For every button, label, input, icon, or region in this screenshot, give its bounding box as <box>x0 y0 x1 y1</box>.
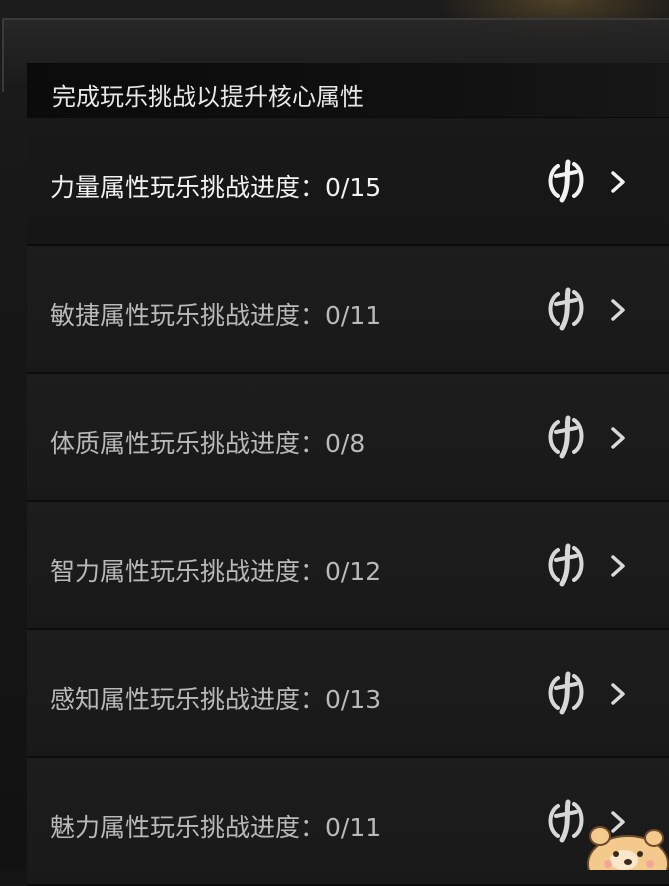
challenge-row-constitution[interactable]: 体质属性玩乐挑战进度：0/8 <box>27 374 669 502</box>
chevron-right-icon[interactable] <box>608 426 628 450</box>
brush-glyph-icon <box>548 287 584 331</box>
challenge-row-intelligence[interactable]: 智力属性玩乐挑战进度：0/12 <box>27 502 669 630</box>
chevron-right-icon[interactable] <box>608 170 628 194</box>
challenge-progress-label: 感知属性玩乐挑战进度：0/13 <box>50 685 382 714</box>
challenge-progress-label: 体质属性玩乐挑战进度：0/8 <box>50 429 366 458</box>
chevron-right-icon[interactable] <box>608 682 628 706</box>
challenge-progress-label: 力量属性玩乐挑战进度：0/15 <box>50 173 382 202</box>
challenge-progress-label: 智力属性玩乐挑战进度：0/12 <box>50 557 382 586</box>
challenge-list: 力量属性玩乐挑战进度：0/15 敏捷属性玩乐挑战进度：0/11 体质属性玩乐挑战… <box>27 118 669 886</box>
brush-glyph-icon <box>548 671 584 715</box>
chevron-right-icon[interactable] <box>608 298 628 322</box>
mascot-bear-icon <box>587 826 669 870</box>
challenge-row-perception[interactable]: 感知属性玩乐挑战进度：0/13 <box>27 630 669 758</box>
brush-glyph-icon <box>548 159 584 203</box>
challenge-progress-label: 敏捷属性玩乐挑战进度：0/11 <box>50 301 382 330</box>
challenge-progress-label: 魅力属性玩乐挑战进度：0/11 <box>50 813 382 842</box>
challenge-row-agility[interactable]: 敏捷属性玩乐挑战进度：0/11 <box>27 246 669 374</box>
chevron-right-icon[interactable] <box>608 554 628 578</box>
panel-header: 完成玩乐挑战以提升核心属性 <box>27 63 669 117</box>
challenge-row-strength[interactable]: 力量属性玩乐挑战进度：0/15 <box>27 118 669 246</box>
panel-title: 完成玩乐挑战以提升核心属性 <box>52 83 364 111</box>
brush-glyph-icon <box>548 415 584 459</box>
brush-glyph-icon <box>548 543 584 587</box>
